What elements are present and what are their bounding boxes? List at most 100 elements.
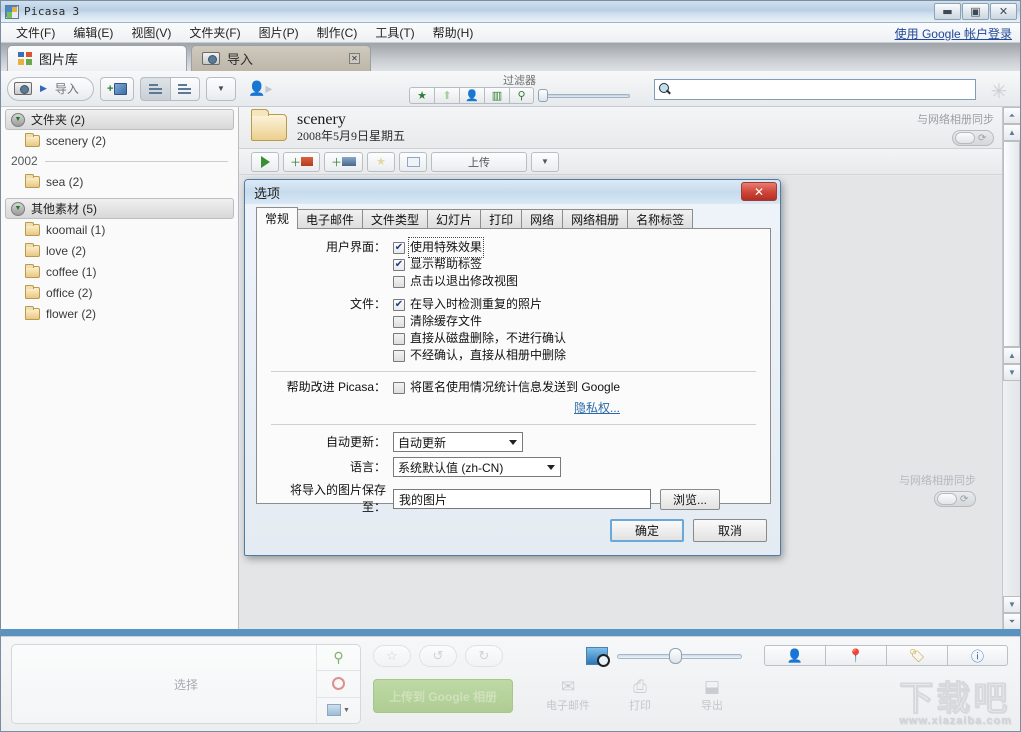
option-special-effects[interactable]: ✔ 使用特殊效果 [393,237,518,258]
checkbox-icon[interactable]: ✔ [393,275,405,288]
menu-help[interactable]: 帮助(H) [424,22,483,43]
google-signin-link[interactable]: 使用 Google 帐户登录 [895,25,1012,42]
privacy-link[interactable]: 隐私权... [574,401,620,415]
tray-pin-button[interactable]: ⚲ [317,645,360,672]
play-slideshow-button[interactable] [251,151,279,172]
upload-button[interactable]: 上传 [431,151,527,172]
filter-people-button[interactable]: 👤 [459,86,484,104]
people-panel-button[interactable]: 👤 [764,645,825,666]
zoom-slider[interactable] [617,648,742,664]
language-select[interactable]: 系统默认值 (zh-CN) [393,457,561,477]
checkbox-icon[interactable]: ✔ [393,349,405,362]
tab-import[interactable]: 导入 ✕ [191,45,371,71]
filter-geotag-button[interactable]: ⚲ [509,86,534,104]
sync-toggle-2[interactable]: ⟳ [934,491,976,507]
scroll-top-button[interactable]: ⏶ [1003,107,1020,124]
sync-toggle[interactable]: ⟳ [952,130,994,146]
option-show-tooltips[interactable]: ✔ 显示帮助标签 [393,256,518,273]
savepath-input[interactable]: 我的图片 [393,489,651,509]
tab-print[interactable]: 打印 [480,209,523,229]
scroll-up-button[interactable]: ▲ [1003,124,1020,141]
add-to-movie-button[interactable]: ＋ [324,151,363,172]
checkbox-icon[interactable]: ✔ [393,298,405,311]
filter-uploaded-button[interactable]: ⬆ [434,86,459,104]
rotate-left-button[interactable]: ↺ [419,645,457,667]
browse-button[interactable]: 浏览... [660,488,721,510]
tags-panel-button[interactable]: 🏷 [886,645,947,666]
add-folder-button[interactable]: + [99,76,134,101]
sidebar-group-folders[interactable]: ▼ 文件夹 (2) [5,109,234,130]
more-button[interactable]: ▼ [531,151,559,172]
close-button[interactable]: ✕ [990,3,1017,20]
tab-library[interactable]: 图片库 [7,45,187,71]
checkbox-icon[interactable]: ✔ [393,258,405,271]
view-list-compact-button[interactable] [139,76,170,101]
tab-webalbums[interactable]: 网络相册 [562,209,629,229]
tray-clear-button[interactable] [317,671,360,698]
search-box[interactable] [654,79,976,100]
scroll-down-button[interactable]: ▼ [1003,596,1020,613]
slider-knob[interactable] [538,88,548,102]
fullscreen-button[interactable] [399,151,427,172]
menu-folder[interactable]: 文件夹(F) [180,22,249,43]
tray-album-button[interactable]: ▼ [317,698,360,723]
print-button[interactable]: ⎙ 打印 [617,677,663,731]
scroll-down-inner-button[interactable]: ▼ [1003,364,1020,381]
photo-tray[interactable]: 选择 ⚲ ▼ [11,644,361,724]
checkbox-icon[interactable]: ✔ [393,315,405,328]
menu-edit[interactable]: 编辑(E) [64,22,122,43]
ok-button[interactable]: 确定 [610,519,684,542]
sidebar-item-coffee[interactable]: coffee (1) [1,261,238,282]
collapse-triangle-icon[interactable]: ▼ [11,201,25,216]
sidebar-group-other[interactable]: ▼ 其他素材 (5) [5,198,234,219]
tab-nametags[interactable]: 名称标签 [627,209,694,229]
menu-file[interactable]: 文件(F) [7,22,64,43]
minimize-button[interactable]: ▬ [934,3,961,20]
vertical-scrollbar[interactable]: ⏶ ▲ ▲ ▼ ▼ ⏷ [1002,107,1020,630]
email-button[interactable]: ✉ 电子邮件 [545,677,591,731]
view-dropdown-button[interactable]: ▼ [205,76,236,101]
filter-star-button[interactable]: ★ [409,86,434,104]
info-panel-button[interactable]: ⓘ [947,645,1008,666]
checkbox-icon[interactable]: ✔ [393,332,405,345]
maximize-button[interactable]: ▣ [962,3,989,20]
filter-video-button[interactable]: ▥ [484,86,509,104]
add-to-album-button[interactable]: ＋ [283,151,320,172]
people-sync-button[interactable]: 👤▸ [242,77,278,101]
scroll-bottom-button[interactable]: ⏷ [1003,613,1020,630]
star-rate-button[interactable]: ★ [367,151,395,172]
tab-network[interactable]: 网络 [521,209,564,229]
option-delete-disk-noconfirm[interactable]: ✔ 直接从磁盘删除，不进行确认 [393,330,566,347]
autoupdate-select[interactable]: 自动更新 [393,432,523,452]
import-button[interactable]: ▶ 导入 [7,76,94,101]
dialog-close-button[interactable]: ✕ [741,182,777,201]
star-button[interactable]: ☆ [373,645,411,667]
slider-knob[interactable] [669,648,682,664]
search-input[interactable] [675,82,975,97]
sidebar-item-koomail[interactable]: koomail (1) [1,219,238,240]
upload-to-google-button[interactable]: 上传到 Google 相册 [373,679,513,713]
view-list-detail-button[interactable] [169,76,200,101]
cancel-button[interactable]: 取消 [693,519,767,542]
checkbox-icon[interactable]: ✔ [393,381,405,394]
places-panel-button[interactable]: 📍 [825,645,886,666]
filter-date-slider[interactable] [538,88,630,102]
export-button[interactable]: ⬓ 导出 [689,677,735,731]
option-send-stats[interactable]: ✔ 将匿名使用情况统计信息发送到 Google [393,379,620,396]
tab-email[interactable]: 电子邮件 [297,209,364,229]
scroll-up-inner-button[interactable]: ▲ [1003,347,1020,364]
collapse-triangle-icon[interactable]: ▼ [11,112,25,127]
tab-general[interactable]: 常规 [256,207,299,229]
option-delete-album-noconfirm[interactable]: ✔ 不经确认，直接从相册中删除 [393,347,566,364]
menu-create[interactable]: 制作(C) [308,22,367,43]
scrollbar-thumb[interactable] [1003,141,1020,347]
menu-view[interactable]: 视图(V) [122,22,180,43]
sidebar-item-scenery[interactable]: scenery (2) [1,130,238,151]
menu-tools[interactable]: 工具(T) [366,22,423,43]
tab-slideshow[interactable]: 幻灯片 [427,209,482,229]
sidebar-item-sea[interactable]: sea (2) [1,171,238,192]
option-click-exit-edit[interactable]: ✔ 点击以退出修改视图 [393,273,518,290]
option-detect-duplicates[interactable]: ✔ 在导入时检测重复的照片 [393,296,566,313]
checkbox-icon[interactable]: ✔ [393,241,405,254]
option-clear-cache[interactable]: ✔ 清除缓存文件 [393,313,566,330]
